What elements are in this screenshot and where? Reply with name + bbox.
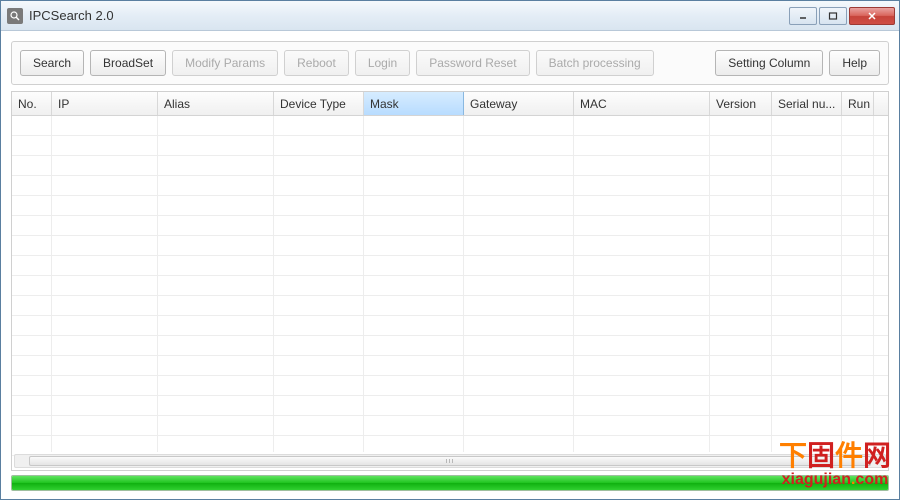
progress-fill [12, 476, 888, 490]
column-header-run[interactable]: Run [842, 92, 874, 115]
modify-params-button[interactable]: Modify Params [172, 50, 278, 76]
column-header-gateway[interactable]: Gateway [464, 92, 574, 115]
window-title: IPCSearch 2.0 [29, 8, 789, 23]
column-header-mask[interactable]: Mask [364, 92, 464, 115]
search-button[interactable]: Search [20, 50, 84, 76]
progress-bar [11, 475, 889, 491]
minimize-button[interactable] [789, 7, 817, 25]
scrollbar-thumb[interactable] [29, 456, 871, 466]
titlebar[interactable]: IPCSearch 2.0 [1, 1, 899, 31]
window-controls [789, 7, 895, 25]
login-button[interactable]: Login [355, 50, 410, 76]
device-table: No.IPAliasDevice TypeMaskGatewayMACVersi… [11, 91, 889, 471]
password-reset-button[interactable]: Password Reset [416, 50, 529, 76]
app-icon [7, 8, 23, 24]
column-header-ip[interactable]: IP [52, 92, 158, 115]
column-header-no[interactable]: No. [12, 92, 52, 115]
column-header-serial_nu[interactable]: Serial nu... [772, 92, 842, 115]
column-header-alias[interactable]: Alias [158, 92, 274, 115]
toolbar: Search BroadSet Modify Params Reboot Log… [11, 41, 889, 85]
close-button[interactable] [849, 7, 895, 25]
help-button[interactable]: Help [829, 50, 880, 76]
horizontal-scrollbar[interactable] [14, 454, 886, 468]
setting-column-button[interactable]: Setting Column [715, 50, 823, 76]
maximize-button[interactable] [819, 7, 847, 25]
reboot-button[interactable]: Reboot [284, 50, 349, 76]
app-window: IPCSearch 2.0 Search BroadSet Modify Par… [0, 0, 900, 500]
table-body [12, 116, 888, 452]
table-header: No.IPAliasDevice TypeMaskGatewayMACVersi… [12, 92, 888, 116]
column-header-device_type[interactable]: Device Type [274, 92, 364, 115]
column-header-version[interactable]: Version [710, 92, 772, 115]
broadset-button[interactable]: BroadSet [90, 50, 166, 76]
batch-processing-button[interactable]: Batch processing [536, 50, 654, 76]
column-header-mac[interactable]: MAC [574, 92, 710, 115]
